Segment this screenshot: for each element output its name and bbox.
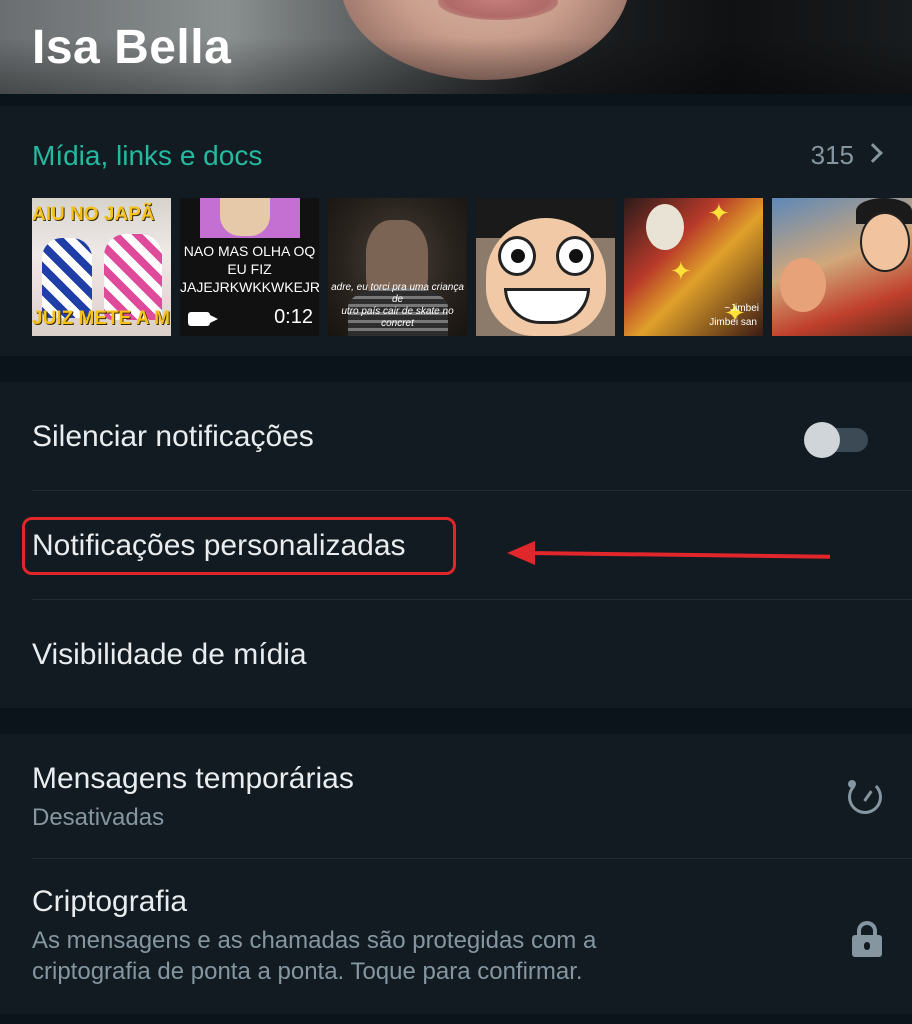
contact-name: Isa Bella	[32, 21, 232, 74]
toggle-knob	[804, 422, 840, 458]
section-gap	[0, 1014, 912, 1024]
character-face	[780, 258, 826, 312]
section-gap	[0, 94, 912, 106]
media-thumbnails: AIU NO JAPÃ JUIZ METE A MÃ NAO MAS OLHA …	[32, 198, 912, 336]
thumbnail-bottom-text: JUIZ METE A MÃ	[32, 308, 171, 329]
media-thumbnail[interactable]: adre, eu torci pra uma criança de utro p…	[328, 198, 467, 336]
section-gap	[0, 356, 912, 382]
mute-notifications-label: Silenciar notificações	[32, 420, 314, 453]
media-visibility-row[interactable]: Visibilidade de mídia	[0, 600, 912, 708]
media-links-docs-title[interactable]: Mídia, links e docs	[32, 140, 262, 172]
profile-photo-header[interactable]: Isa Bella	[0, 0, 912, 94]
privacy-settings-section: Mensagens temporárias Desativadas Cripto…	[0, 734, 912, 1024]
media-count[interactable]: 315	[811, 140, 854, 171]
media-thumbnail[interactable]: ✦ ✦ ✦ ~Jimbei Jimbei san	[624, 198, 763, 336]
video-camera-icon	[188, 312, 218, 326]
media-thumbnail-video[interactable]: NAO MAS OLHA OQ EU FIZ JAJEJRKWKKWKEJRJQ…	[180, 198, 319, 336]
timer-icon	[848, 780, 882, 814]
thumbnail-caption: ~Jimbei	[724, 303, 759, 314]
disappearing-messages-status: Desativadas	[32, 804, 165, 831]
disappearing-messages-row[interactable]: Mensagens temporárias Desativadas	[0, 734, 912, 858]
encryption-description-line-1: As mensagens e as chamadas são protegida…	[32, 927, 597, 954]
character-face	[860, 212, 910, 272]
video-frame-figure	[220, 198, 270, 236]
annotation-highlight-box	[22, 517, 456, 575]
mute-notifications-toggle[interactable]	[804, 422, 868, 458]
thumbnail-subtitle: adre, eu torci pra uma criança de utro p…	[331, 282, 464, 329]
media-thumbnail[interactable]	[772, 198, 912, 336]
chevron-right-icon[interactable]	[863, 143, 883, 163]
encryption-description-line-2: criptografia de ponta a ponta. Toque par…	[32, 958, 583, 985]
lock-icon	[852, 921, 882, 957]
video-duration: 0:12	[274, 306, 313, 328]
sparkle-icon: ✦	[670, 256, 692, 286]
media-thumbnail[interactable]: AIU NO JAPÃ JUIZ METE A MÃ	[32, 198, 171, 336]
character-eye	[498, 236, 536, 276]
lock-keyhole	[864, 942, 870, 950]
media-section: Mídia, links e docs 315 AIU NO JAPÃ JUIZ…	[0, 106, 912, 356]
section-gap	[0, 708, 912, 734]
character-eye	[556, 236, 594, 276]
encryption-row[interactable]: Criptografia As mensagens e as chamadas …	[0, 859, 912, 1019]
character-skull	[646, 204, 684, 250]
thumbnail-top-text: AIU NO JAPÃ	[32, 204, 155, 225]
thumbnail-caption: Jimbei san	[709, 317, 757, 328]
disappearing-messages-label: Mensagens temporárias	[32, 762, 354, 795]
media-thumbnail[interactable]	[476, 198, 615, 336]
sparkle-icon: ✦	[708, 198, 730, 228]
contact-info-screen: Isa Bella Mídia, links e docs 315 AIU NO…	[0, 0, 912, 1024]
mascot-blue	[42, 238, 92, 318]
encryption-label: Criptografia	[32, 885, 188, 918]
thumbnail-caption: NAO MAS OLHA OQ EU FIZ JAJEJRKWKKWKEJRJQ	[180, 243, 319, 295]
media-visibility-label: Visibilidade de mídia	[32, 638, 307, 671]
mute-notifications-row[interactable]: Silenciar notificações	[0, 382, 912, 490]
